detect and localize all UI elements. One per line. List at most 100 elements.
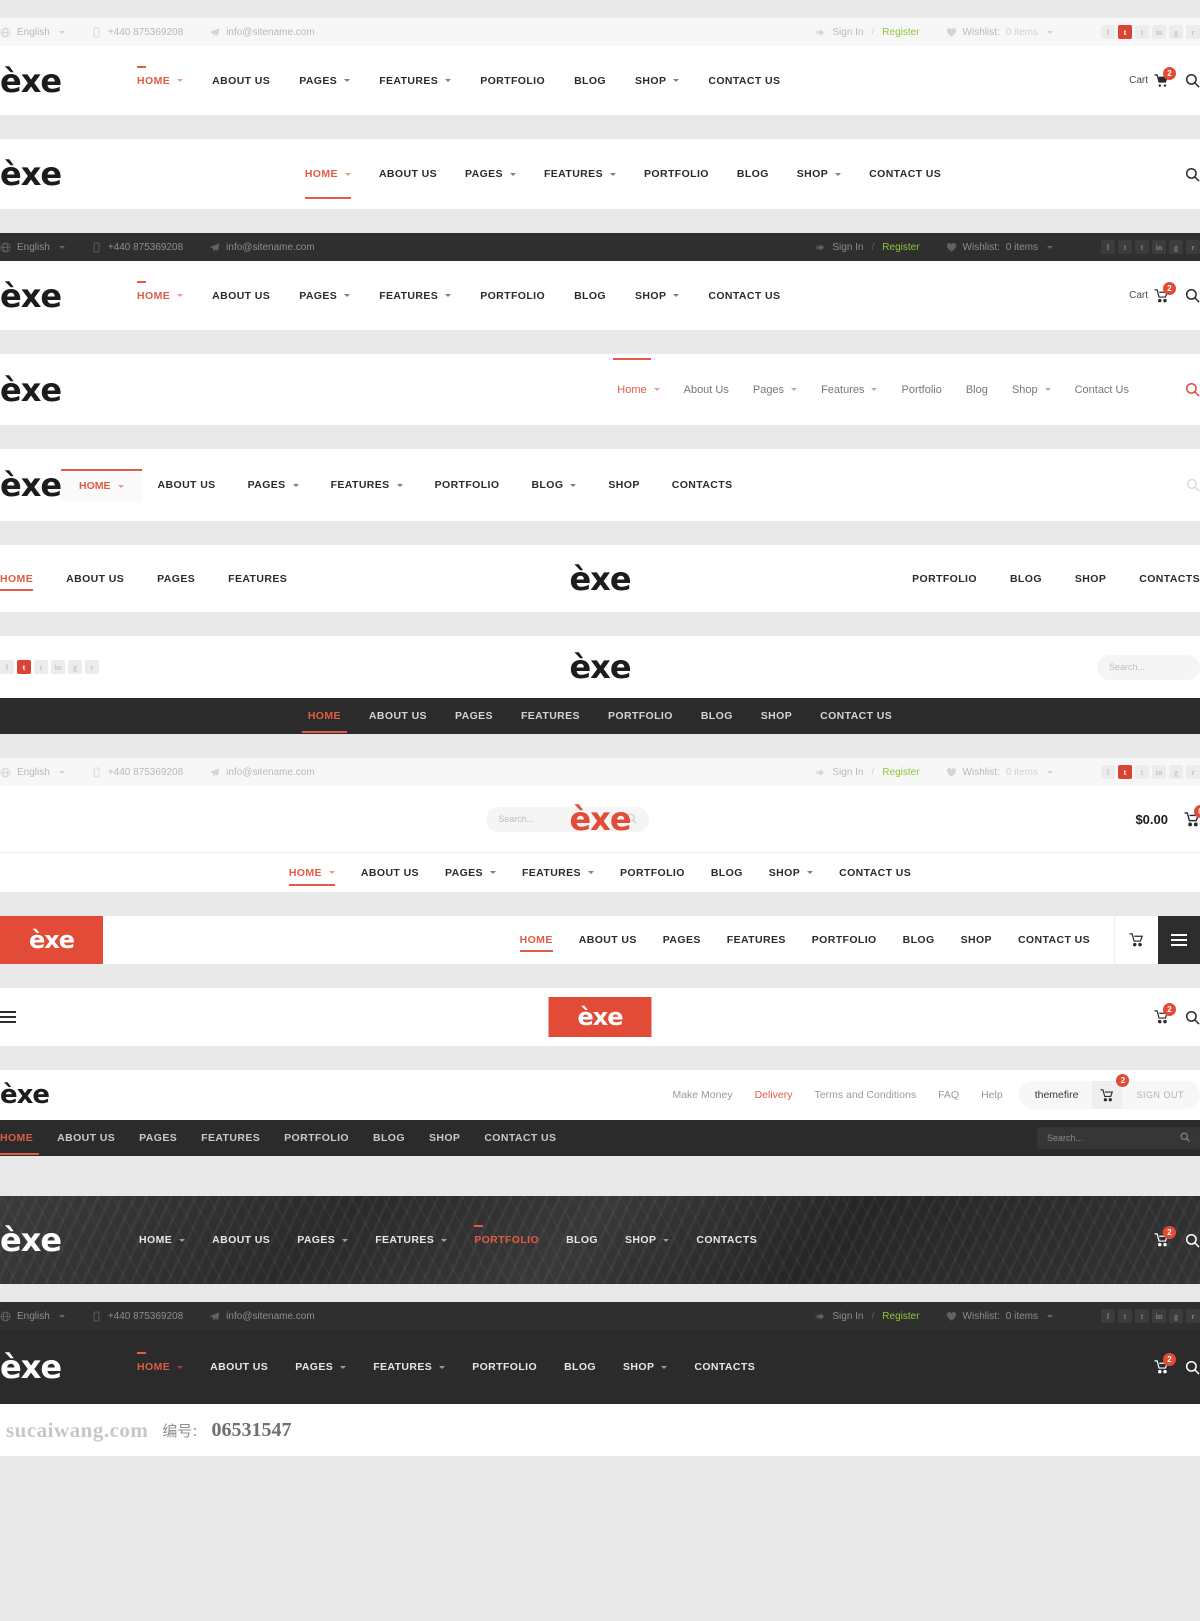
nav-about[interactable]: ABOUT US	[379, 168, 437, 180]
twitter-icon[interactable]: t	[1118, 25, 1132, 39]
signout-button[interactable]: SIGN OUT	[1136, 1090, 1196, 1100]
signin-link[interactable]: Sign In	[832, 1311, 863, 1322]
tumblr-icon[interactable]: t	[1135, 765, 1149, 779]
facebook-icon[interactable]: f	[1101, 765, 1115, 779]
googleplus-icon[interactable]: g	[1169, 25, 1183, 39]
nav-blog[interactable]: BLOG	[1010, 573, 1042, 585]
nav-home[interactable]: HOME	[304, 168, 352, 199]
nav-blog[interactable]: BLOG	[564, 1361, 596, 1373]
cart-button[interactable]: 2	[1092, 1074, 1130, 1109]
nav-home[interactable]: HOME	[79, 480, 124, 492]
nav-contact[interactable]: CONTACT US	[708, 75, 780, 87]
nav-about[interactable]: ABOUT US	[57, 1132, 115, 1144]
nav-about[interactable]: ABOUT US	[212, 1234, 270, 1246]
nav-blog[interactable]: BLOG	[373, 1132, 405, 1144]
signin-register[interactable]: Sign In / Register	[815, 767, 920, 778]
nav-shop[interactable]: Shop	[1012, 384, 1051, 396]
twitter-icon[interactable]: t	[17, 660, 31, 674]
nav-features[interactable]: FEATURES	[521, 710, 580, 722]
nav-about[interactable]: ABOUT US	[369, 710, 427, 722]
email-item[interactable]: info@sitename.com	[209, 767, 315, 778]
nav-contacts[interactable]: CONTACTS	[694, 1361, 755, 1373]
nav-home[interactable]: HOME	[519, 934, 553, 952]
nav-features[interactable]: FEATURES	[315, 469, 419, 501]
language-selector[interactable]: English	[0, 242, 65, 253]
tumblr-icon[interactable]: t	[34, 660, 48, 674]
hamburger-icon[interactable]	[0, 1008, 16, 1026]
nav-home[interactable]: HOME	[137, 65, 184, 87]
language-selector[interactable]: English	[0, 767, 65, 778]
nav-pages[interactable]: Pages	[753, 384, 798, 396]
cart-button[interactable]: 2	[1154, 1226, 1176, 1247]
nav-blog[interactable]: Blog	[966, 384, 988, 396]
nav-contact[interactable]: CONTACT US	[839, 867, 911, 879]
nav-features[interactable]: FEATURES	[727, 934, 786, 946]
nav-portfolio[interactable]: PORTFOLIO	[620, 867, 685, 879]
nav-pages[interactable]: PAGES	[465, 168, 516, 180]
nav-blog[interactable]: BLOG	[574, 290, 606, 302]
nav-blog[interactable]: BLOG	[903, 934, 935, 946]
language-selector[interactable]: English	[0, 1311, 65, 1322]
nav-home[interactable]: HOME	[0, 1132, 40, 1155]
logo[interactable]: èxe	[0, 374, 62, 406]
nav-shop[interactable]: SHOP	[625, 1234, 670, 1246]
email-item[interactable]: info@sitename.com	[209, 242, 315, 253]
nav-portfolio[interactable]: PORTFOLIO	[608, 710, 673, 722]
logo[interactable]: èxe	[569, 563, 631, 595]
nav-about[interactable]: ABOUT US	[142, 469, 232, 501]
nav-contact[interactable]: CONTACT US	[820, 710, 892, 722]
nav-shop[interactable]: SHOP	[635, 290, 680, 302]
link-faq[interactable]: FAQ	[938, 1089, 959, 1101]
nav-pages[interactable]: PAGES	[157, 573, 195, 585]
signin-link[interactable]: Sign In	[832, 27, 863, 38]
nav-shop[interactable]: SHOP	[429, 1132, 460, 1144]
nav-portfolio[interactable]: PORTFOLIO	[644, 168, 709, 180]
nav-home[interactable]: HOME	[0, 573, 34, 591]
linkedin-icon[interactable]: in	[1152, 25, 1166, 39]
nav-shop[interactable]: SHOP	[635, 75, 680, 87]
nav-home[interactable]: HOME	[288, 867, 336, 886]
linkedin-icon[interactable]: in	[51, 660, 65, 674]
email-item[interactable]: info@sitename.com	[209, 1311, 315, 1322]
nav-portfolio[interactable]: PORTFOLIO	[419, 469, 516, 501]
linkedin-icon[interactable]: in	[1152, 1309, 1166, 1323]
nav-contacts[interactable]: CONTACTS	[1139, 573, 1200, 585]
logo-block[interactable]: èxe	[548, 997, 652, 1037]
nav-portfolio[interactable]: PORTFOLIO	[912, 573, 977, 585]
nav-blog[interactable]: BLOG	[737, 168, 769, 180]
register-link[interactable]: Register	[882, 767, 919, 778]
cart-button[interactable]: 0	[1184, 804, 1200, 827]
nav-pages[interactable]: PAGES	[299, 290, 351, 302]
logo[interactable]: èxe	[0, 469, 62, 501]
googleplus-icon[interactable]: g	[1169, 240, 1183, 254]
rss-icon[interactable]: r	[85, 660, 99, 674]
nav-shop[interactable]: SHOP	[761, 710, 792, 722]
logo[interactable]: èxe	[569, 651, 631, 683]
wishlist-item[interactable]: Wishlist: 0 items	[946, 1311, 1053, 1322]
nav-portfolio[interactable]: PORTFOLIO	[284, 1132, 349, 1144]
nav-features[interactable]: FEATURES	[522, 867, 594, 879]
search-icon[interactable]	[1185, 382, 1200, 397]
cart-button[interactable]	[1114, 916, 1158, 964]
nav-portfolio[interactable]: PORTFOLIO	[474, 1225, 539, 1246]
logo[interactable]: èxe	[569, 803, 631, 835]
signin-register[interactable]: Sign In / Register	[815, 242, 920, 253]
nav-pages[interactable]: PAGES	[232, 469, 315, 501]
logo[interactable]: èxe	[0, 1082, 50, 1108]
rss-icon[interactable]: r	[1186, 240, 1200, 254]
search-icon[interactable]	[1180, 1132, 1190, 1144]
nav-features[interactable]: FEATURES	[373, 1361, 446, 1373]
search-input[interactable]: Search...	[1037, 1127, 1200, 1149]
cart-button[interactable]: Cart 2	[1129, 281, 1176, 303]
signin-link[interactable]: Sign In	[832, 767, 863, 778]
nav-features[interactable]: FEATURES	[379, 75, 452, 87]
nav-features[interactable]: FEATURES	[379, 290, 452, 302]
nav-home[interactable]: HOME	[301, 710, 348, 733]
nav-contacts[interactable]: CONTACTS	[656, 469, 749, 501]
rss-icon[interactable]: r	[1186, 25, 1200, 39]
nav-pages[interactable]: PAGES	[455, 710, 493, 722]
search-icon[interactable]	[1185, 167, 1200, 182]
nav-about[interactable]: ABOUT US	[212, 290, 270, 302]
nav-blog[interactable]: BLOG	[515, 469, 592, 501]
menu-button[interactable]	[1158, 916, 1200, 964]
